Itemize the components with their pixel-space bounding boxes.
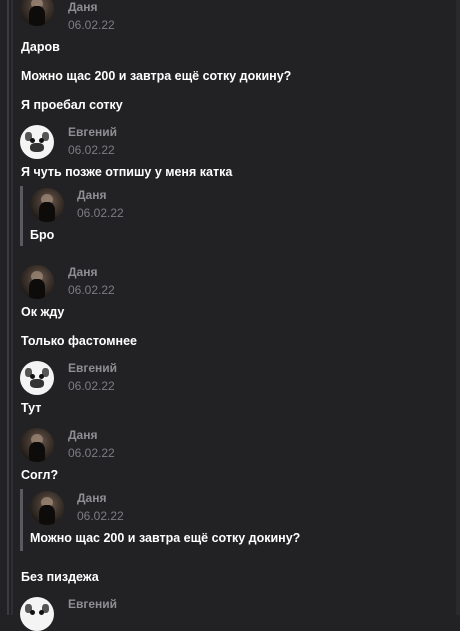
quoted-author-name[interactable]: Даня — [77, 188, 106, 202]
avatar-dasha[interactable] — [20, 0, 54, 26]
avatar-evgeny[interactable] — [20, 597, 54, 631]
message-date: 06.02.22 — [68, 446, 115, 460]
dog-nose-icon — [30, 143, 44, 152]
author-name[interactable]: Даня — [68, 0, 97, 14]
thread-rail-inner — [11, 0, 13, 615]
author-name[interactable]: Евгений — [68, 597, 117, 611]
avatar-evgeny[interactable] — [20, 361, 54, 395]
quote-bar — [20, 489, 23, 551]
quoted-message-date: 06.02.22 — [77, 206, 124, 220]
message-text: Согл? — [21, 468, 59, 482]
avatar-dasha[interactable] — [20, 265, 54, 299]
avatar-dasha[interactable] — [30, 491, 64, 525]
author-name[interactable]: Даня — [68, 428, 97, 442]
avatar-evgeny[interactable] — [20, 125, 54, 159]
message-text: Только фастомнее — [21, 334, 137, 348]
message-text: Я чуть позже отпишу у меня катка — [21, 165, 233, 179]
message-text: Можно щас 200 и завтра ещё сотку докину? — [21, 69, 292, 83]
quoted-author-name[interactable]: Даня — [77, 491, 106, 505]
quoted-message-text: Можно щас 200 и завтра ещё сотку докину? — [30, 531, 301, 545]
avatar-dasha[interactable] — [20, 428, 54, 462]
thread-rail — [7, 0, 9, 615]
avatar-dasha[interactable] — [30, 188, 64, 222]
quoted-message-date: 06.02.22 — [77, 509, 124, 523]
message-date: 06.02.22 — [68, 379, 115, 393]
message-text: Без пиздежа — [21, 570, 99, 584]
dog-eye-icon — [39, 610, 44, 615]
message-date: 06.02.22 — [68, 143, 115, 157]
scrollbar[interactable] — [456, 0, 460, 615]
quote-bar — [20, 186, 23, 246]
dog-eye-icon — [30, 610, 35, 615]
message-date: 06.02.22 — [68, 18, 115, 32]
message-text: Даров — [21, 40, 60, 54]
author-name[interactable]: Евгений — [68, 361, 117, 375]
author-name[interactable]: Евгений — [68, 125, 117, 139]
quoted-message-text: Бро — [30, 228, 55, 242]
message-date: 06.02.22 — [68, 283, 115, 297]
message-text: Тут — [21, 401, 42, 415]
message-text: Я проебал сотку — [21, 98, 123, 112]
message-text: Ок жду — [21, 305, 65, 319]
dog-nose-icon — [30, 379, 44, 388]
author-name[interactable]: Даня — [68, 265, 97, 279]
